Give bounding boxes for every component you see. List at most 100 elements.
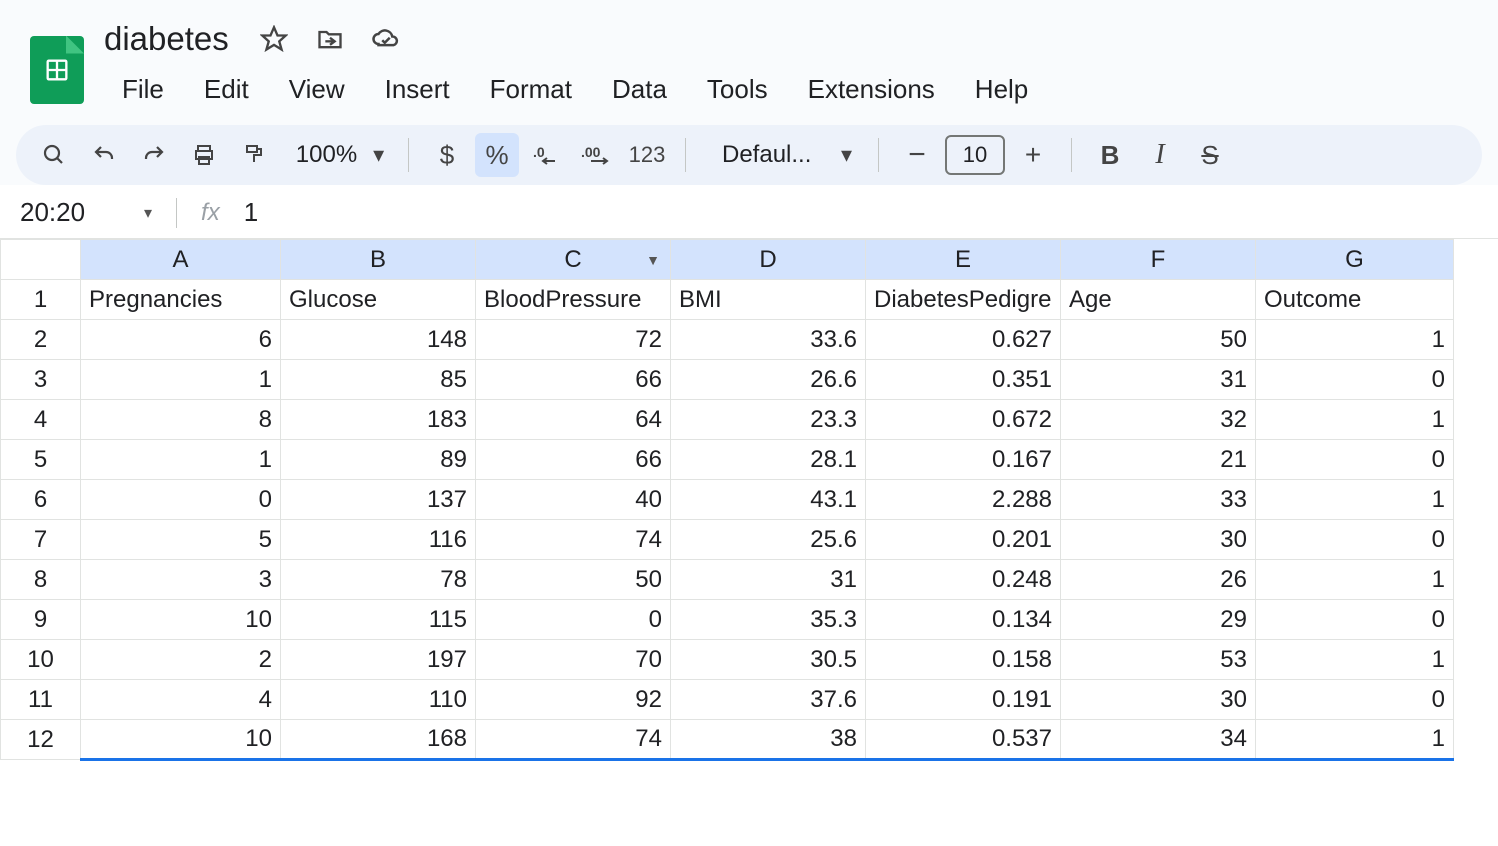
- cell[interactable]: 0.167: [866, 440, 1061, 480]
- cell[interactable]: 0: [1256, 360, 1454, 400]
- decrease-font-size-button[interactable]: −: [895, 133, 939, 177]
- cell[interactable]: 34: [1061, 720, 1256, 760]
- cell[interactable]: 0: [1256, 600, 1454, 640]
- cell[interactable]: 1: [81, 440, 281, 480]
- row-header[interactable]: 2: [1, 320, 81, 360]
- row-header[interactable]: 9: [1, 600, 81, 640]
- cell[interactable]: 26.6: [671, 360, 866, 400]
- cell[interactable]: DiabetesPedigre: [866, 280, 1061, 320]
- cell[interactable]: 37.6: [671, 680, 866, 720]
- select-all-corner[interactable]: [1, 240, 81, 280]
- column-filter-dropdown-icon[interactable]: ▼: [646, 252, 660, 268]
- row-header[interactable]: 4: [1, 400, 81, 440]
- cell[interactable]: 148: [281, 320, 476, 360]
- cell[interactable]: 72: [476, 320, 671, 360]
- star-icon[interactable]: [259, 24, 289, 54]
- font-family-dropdown[interactable]: Defaul... ▾: [702, 133, 862, 177]
- cell[interactable]: 0.158: [866, 640, 1061, 680]
- cell[interactable]: 110: [281, 680, 476, 720]
- cell[interactable]: 2.288: [866, 480, 1061, 520]
- menu-format[interactable]: Format: [472, 68, 590, 111]
- row-header[interactable]: 10: [1, 640, 81, 680]
- cell[interactable]: 137: [281, 480, 476, 520]
- cell[interactable]: 0.191: [866, 680, 1061, 720]
- cell[interactable]: 50: [476, 560, 671, 600]
- cell[interactable]: 10: [81, 720, 281, 760]
- column-header-C[interactable]: C▼: [476, 240, 671, 280]
- cell[interactable]: 0: [1256, 680, 1454, 720]
- cell[interactable]: 78: [281, 560, 476, 600]
- cell[interactable]: 1: [81, 360, 281, 400]
- menu-data[interactable]: Data: [594, 68, 685, 111]
- redo-icon[interactable]: [132, 133, 176, 177]
- cell[interactable]: 74: [476, 520, 671, 560]
- name-box[interactable]: 20:20: [20, 197, 130, 228]
- cell[interactable]: 66: [476, 440, 671, 480]
- cell[interactable]: 0.134: [866, 600, 1061, 640]
- cell[interactable]: 183: [281, 400, 476, 440]
- cell[interactable]: 10: [81, 600, 281, 640]
- cell[interactable]: 5: [81, 520, 281, 560]
- cell[interactable]: 8: [81, 400, 281, 440]
- cell[interactable]: Pregnancies: [81, 280, 281, 320]
- cell[interactable]: 32: [1061, 400, 1256, 440]
- column-header-E[interactable]: E: [866, 240, 1061, 280]
- column-header-D[interactable]: D: [671, 240, 866, 280]
- cell[interactable]: 40: [476, 480, 671, 520]
- cell[interactable]: 92: [476, 680, 671, 720]
- cell[interactable]: 1: [1256, 320, 1454, 360]
- cell[interactable]: 168: [281, 720, 476, 760]
- cell[interactable]: 0: [1256, 520, 1454, 560]
- menu-insert[interactable]: Insert: [367, 68, 468, 111]
- cell[interactable]: 23.3: [671, 400, 866, 440]
- row-header[interactable]: 12: [1, 720, 81, 760]
- cell[interactable]: 115: [281, 600, 476, 640]
- cell[interactable]: 70: [476, 640, 671, 680]
- paint-format-icon[interactable]: [232, 133, 276, 177]
- row-header[interactable]: 1: [1, 280, 81, 320]
- decrease-decimal-button[interactable]: .0: [525, 133, 569, 177]
- cell[interactable]: 116: [281, 520, 476, 560]
- print-icon[interactable]: [182, 133, 226, 177]
- row-header[interactable]: 5: [1, 440, 81, 480]
- column-header-G[interactable]: G: [1256, 240, 1454, 280]
- percent-format-button[interactable]: %: [475, 133, 519, 177]
- cell[interactable]: 28.1: [671, 440, 866, 480]
- cell[interactable]: 30: [1061, 520, 1256, 560]
- menu-tools[interactable]: Tools: [689, 68, 786, 111]
- cell[interactable]: 85: [281, 360, 476, 400]
- more-formats-button[interactable]: 123: [625, 133, 669, 177]
- bold-button[interactable]: B: [1088, 133, 1132, 177]
- spreadsheet-grid[interactable]: ABC▼DEFG 1PregnanciesGlucoseBloodPressur…: [0, 239, 1498, 761]
- cell[interactable]: 3: [81, 560, 281, 600]
- italic-button[interactable]: I: [1138, 133, 1182, 177]
- cell[interactable]: 0.248: [866, 560, 1061, 600]
- currency-format-button[interactable]: $: [425, 133, 469, 177]
- cell[interactable]: 0.351: [866, 360, 1061, 400]
- zoom-dropdown[interactable]: 100% ▾: [282, 133, 392, 177]
- cell[interactable]: 33.6: [671, 320, 866, 360]
- column-header-F[interactable]: F: [1061, 240, 1256, 280]
- font-size-input[interactable]: 10: [945, 135, 1005, 175]
- column-header-B[interactable]: B: [281, 240, 476, 280]
- cell[interactable]: 53: [1061, 640, 1256, 680]
- undo-icon[interactable]: [82, 133, 126, 177]
- cell[interactable]: 1: [1256, 640, 1454, 680]
- cloud-saved-icon[interactable]: [371, 24, 401, 54]
- cell[interactable]: 30.5: [671, 640, 866, 680]
- strikethrough-button[interactable]: S: [1188, 133, 1232, 177]
- row-header[interactable]: 11: [1, 680, 81, 720]
- cell[interactable]: 66: [476, 360, 671, 400]
- menu-edit[interactable]: Edit: [186, 68, 267, 111]
- cell[interactable]: BMI: [671, 280, 866, 320]
- cell[interactable]: 1: [1256, 720, 1454, 760]
- cell[interactable]: 0: [1256, 440, 1454, 480]
- search-icon[interactable]: [32, 133, 76, 177]
- menu-view[interactable]: View: [271, 68, 363, 111]
- cell[interactable]: 1: [1256, 560, 1454, 600]
- cell[interactable]: 30: [1061, 680, 1256, 720]
- cell[interactable]: Glucose: [281, 280, 476, 320]
- cell[interactable]: 31: [671, 560, 866, 600]
- cell[interactable]: 74: [476, 720, 671, 760]
- menu-extensions[interactable]: Extensions: [790, 68, 953, 111]
